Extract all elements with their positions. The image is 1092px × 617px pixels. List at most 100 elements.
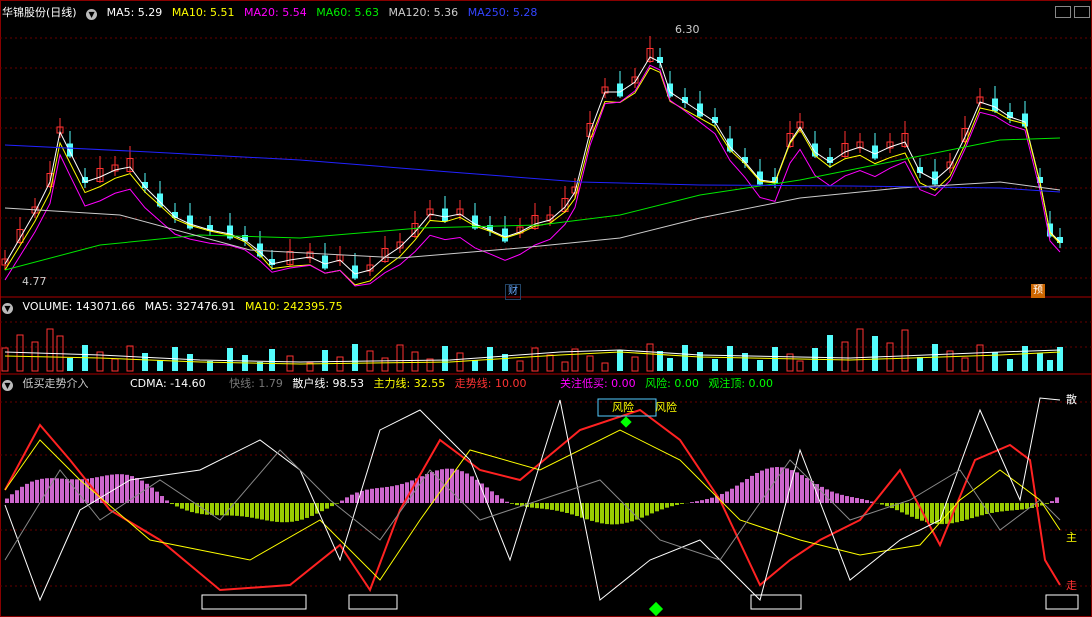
ma10-value: MA10: 5.51 [171,6,235,19]
indicator-bar-up [440,469,444,503]
indicator-bar-down [265,503,269,521]
indicator-bar-down [570,503,574,515]
indicator-bar-down [910,503,914,517]
indicator-bar-up [110,474,114,503]
indicator-bar-up [845,496,849,503]
indicator-bar-up [385,486,389,503]
indicator-bar-up [485,487,489,503]
indicator-bar-down [330,503,334,507]
indicator-bar-up [400,483,404,503]
indicator-bar-up [15,490,19,503]
indicator-bar-up [345,497,349,503]
indicator-bar-down [320,503,324,512]
candle-down [502,228,508,242]
indicator-bar-up [710,497,714,503]
financial-report-marker[interactable]: 财 [505,284,521,300]
volume-settings-icon[interactable]: ▼ [2,303,13,314]
indicator-bar-down [680,503,684,504]
indicator-bar-down [605,503,609,525]
indicator-bar-up [375,488,379,503]
indicator-bar-up [840,494,844,503]
volume-bar-down [142,353,148,371]
indicator-bar-down [555,503,559,511]
indicator-bar-down [190,503,194,513]
volume-bar-up [396,344,404,372]
indicator-bar-up [5,498,9,503]
volume-bar-up [46,328,54,372]
indicator-bar-up [55,478,59,503]
indicator-bar-up [475,479,479,503]
indicator-bar-down [565,503,569,514]
indicator-bar-down [1025,503,1029,509]
indicator-bar-up [425,474,429,503]
indicator-bar-down [295,503,299,521]
volume-ma10: MA10: 242395.75 [244,300,343,313]
ma120-value: MA120: 5.36 [388,6,459,19]
indicator-bar-up [505,501,509,503]
sanhu-value: 散户线: 98.53 [292,377,365,390]
volume-bar-down [872,336,878,371]
indicator-bar-down [665,503,669,508]
settings-circle-icon[interactable]: ▼ [86,9,98,20]
indicator-bar-down [885,503,889,507]
indicator-bar-down [975,503,979,517]
volume-bar-down [472,360,478,371]
ma5-value: MA5: 5.29 [106,6,163,19]
stock-title: 华锦股份(日线) [2,6,77,19]
guanzhu-value: 关注低买: 0.00 [559,377,636,390]
indicator-bar-up [380,487,384,503]
volume-bar-down [227,348,233,371]
fengxian-value: 风险: 0.00 [645,377,699,390]
indicator-bar-down [335,503,339,504]
indicator-bar-up [25,483,29,503]
zoushi-line-end-label: 走 [1066,579,1077,592]
indicator-bar-down [610,503,614,525]
volume-bar-down [712,359,718,371]
volume-bar-down [1047,360,1053,371]
volume-bar-up [631,356,639,372]
indicator-header: ▼ 低买走势介入 CDMA: -14.60 快线: 1.79 散户线: 98.5… [2,376,779,392]
indicator-bar-up [165,500,169,503]
indicator-bar-up [725,491,729,503]
main-header: 华锦股份(日线) ▼ MA5: 5.29 MA10: 5.51 MA20: 5.… [2,5,543,21]
diamond-signal [620,416,632,428]
volume-bar-up [646,343,654,372]
indicator-bar-down [600,503,604,524]
indicator-bar-down [905,503,909,515]
indicator-bar-down [270,503,274,522]
indicator-bar-down [965,503,969,520]
volume-bar-down [322,350,328,371]
indicator-bar-down [260,503,264,520]
ma20-value: MA20: 5.54 [244,6,307,19]
volume-ma5: MA5: 327476.91 [144,300,236,313]
sanhu-line-end-label: 散 [1066,393,1077,406]
indicator-name: 低买走势介入 [22,377,89,390]
indicator-bar-up [860,498,864,503]
indicator-bar-down [930,503,934,524]
indicator-bar-up [365,489,369,503]
indicator-bar-down [310,503,314,516]
panel-settings-button[interactable] [1055,6,1071,18]
indicator-bar-down [1010,503,1014,511]
indicator-bar-down [640,503,644,518]
indicator-bar-up [430,472,434,503]
indicator-bar-up [340,500,344,503]
indicator-bar-down [215,503,219,516]
volume-bar-down [757,360,763,371]
indicator-bar-down [900,503,904,513]
indicator-bar-down [620,503,624,524]
forecast-marker[interactable]: 预 [1031,284,1045,298]
indicator-bar-up [145,483,149,503]
indicator-bar-down [220,503,224,516]
indicator-bar-down [1005,503,1009,511]
indicator-bar-down [175,503,179,507]
indicator-bar-up [795,472,799,503]
indicator-settings-icon[interactable]: ▼ [2,380,13,391]
zoushi-value: 走势线: 10.00 [454,377,527,390]
indicator-bar-down [990,503,994,513]
indicator-bar-down [1020,503,1024,510]
indicator-bar-down [235,503,239,516]
volume-bar-down [917,357,923,371]
indicator-bar-down [305,503,309,518]
panel-expand-button[interactable] [1074,6,1090,18]
